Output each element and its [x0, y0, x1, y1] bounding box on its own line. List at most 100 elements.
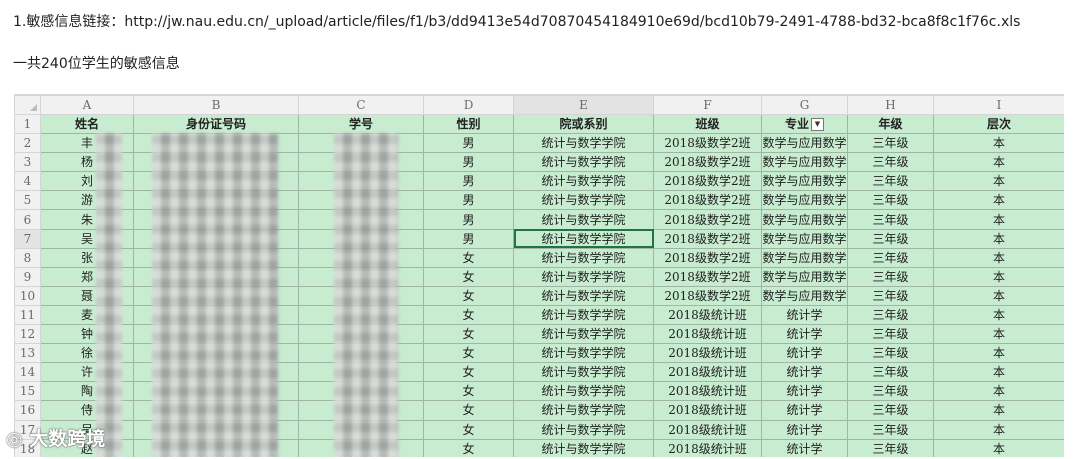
department-cell[interactable]: 统计与数学学院: [513, 362, 654, 383]
field-header-3[interactable]: 学号: [298, 113, 424, 135]
department-cell[interactable]: 统计与数学学院: [513, 209, 654, 230]
row-header[interactable]: 11: [14, 304, 41, 326]
major-cell[interactable]: 统计学: [761, 381, 848, 402]
class-cell[interactable]: 2018级数学2班: [653, 190, 762, 211]
grade-cell[interactable]: 三年级: [847, 304, 934, 326]
level-cell[interactable]: 本: [933, 152, 1064, 173]
level-cell[interactable]: 本: [933, 419, 1064, 440]
department-cell[interactable]: 统计与数学学院: [513, 190, 654, 211]
column-header-c[interactable]: C: [298, 95, 424, 115]
column-header-e[interactable]: E: [513, 95, 654, 115]
gender-cell[interactable]: 女: [423, 266, 514, 287]
gender-cell[interactable]: 男: [423, 190, 514, 211]
level-cell[interactable]: 本: [933, 228, 1064, 249]
gender-cell[interactable]: 女: [423, 247, 514, 268]
class-cell[interactable]: 2018级统计班: [653, 362, 762, 383]
grade-cell[interactable]: 三年级: [847, 152, 934, 173]
row-header[interactable]: 2: [14, 133, 41, 154]
grade-cell[interactable]: 三年级: [847, 171, 934, 192]
field-header-5[interactable]: 院或系别: [513, 113, 654, 135]
major-cell[interactable]: 数学与应用数学: [761, 133, 848, 154]
gender-cell[interactable]: 女: [423, 362, 514, 383]
level-cell[interactable]: 本: [933, 266, 1064, 287]
class-cell[interactable]: 2018级统计班: [653, 324, 762, 345]
row-header[interactable]: 12: [14, 324, 41, 345]
level-cell[interactable]: 本: [933, 247, 1064, 268]
select-all-corner[interactable]: [14, 95, 41, 115]
gender-cell[interactable]: 女: [423, 419, 514, 440]
level-cell[interactable]: 本: [933, 285, 1064, 306]
row-header[interactable]: 5: [14, 190, 41, 211]
class-cell[interactable]: 2018级数学2班: [653, 133, 762, 154]
major-cell[interactable]: 数学与应用数学: [761, 190, 848, 211]
row-header[interactable]: 13: [14, 343, 41, 364]
level-cell[interactable]: 本: [933, 438, 1064, 457]
grade-cell[interactable]: 三年级: [847, 285, 934, 306]
class-cell[interactable]: 2018级统计班: [653, 381, 762, 402]
class-cell[interactable]: 2018级数学2班: [653, 266, 762, 287]
grade-cell[interactable]: 三年级: [847, 266, 934, 287]
field-header-2[interactable]: 身份证号码: [133, 113, 299, 135]
major-cell[interactable]: 数学与应用数学: [761, 247, 848, 268]
class-cell[interactable]: 2018级数学2班: [653, 152, 762, 173]
gender-cell[interactable]: 男: [423, 228, 514, 249]
gender-cell[interactable]: 男: [423, 152, 514, 173]
department-cell[interactable]: 统计与数学学院: [513, 152, 654, 173]
grade-cell[interactable]: 三年级: [847, 400, 934, 421]
filter-dropdown-icon[interactable]: ▼: [811, 118, 824, 132]
gender-cell[interactable]: 女: [423, 381, 514, 402]
spreadsheet[interactable]: A B C D E F G H I 1 姓名 身份证号码 学号 性别 院或系别 班级 专业 ▼ 年级 层次 2 丰男统计与…: [14, 94, 1064, 457]
level-cell[interactable]: 本: [933, 171, 1064, 192]
field-header-8[interactable]: 年级: [847, 113, 934, 135]
gender-cell[interactable]: 男: [423, 133, 514, 154]
row-header[interactable]: 3: [14, 152, 41, 173]
class-cell[interactable]: 2018级统计班: [653, 343, 762, 364]
major-cell[interactable]: 统计学: [761, 343, 848, 364]
row-header[interactable]: 9: [14, 266, 41, 287]
row-header[interactable]: 14: [14, 362, 41, 383]
level-cell[interactable]: 本: [933, 304, 1064, 326]
grade-cell[interactable]: 三年级: [847, 190, 934, 211]
level-cell[interactable]: 本: [933, 324, 1064, 345]
field-header-7[interactable]: 专业 ▼: [761, 113, 848, 135]
level-cell[interactable]: 本: [933, 190, 1064, 211]
major-cell[interactable]: 统计学: [761, 438, 848, 457]
level-cell[interactable]: 本: [933, 400, 1064, 421]
department-cell[interactable]: 统计与数学学院: [513, 419, 654, 440]
column-header-h[interactable]: H: [847, 95, 934, 115]
field-header-9[interactable]: 层次: [933, 113, 1064, 135]
gender-cell[interactable]: 男: [423, 171, 514, 192]
major-cell[interactable]: 数学与应用数学: [761, 285, 848, 306]
row-header[interactable]: 15: [14, 381, 41, 402]
gender-cell[interactable]: 女: [423, 438, 514, 457]
class-cell[interactable]: 2018级数学2班: [653, 209, 762, 230]
field-header-1[interactable]: 姓名: [40, 113, 134, 135]
department-cell[interactable]: 统计与数学学院: [513, 285, 654, 306]
grade-cell[interactable]: 三年级: [847, 247, 934, 268]
department-cell[interactable]: 统计与数学学院: [513, 381, 654, 402]
gender-cell[interactable]: 女: [423, 400, 514, 421]
grade-cell[interactable]: 三年级: [847, 419, 934, 440]
gender-cell[interactable]: 女: [423, 324, 514, 345]
level-cell[interactable]: 本: [933, 133, 1064, 154]
department-cell[interactable]: 统计与数学学院: [513, 133, 654, 154]
major-cell[interactable]: 数学与应用数学: [761, 152, 848, 173]
row-header[interactable]: 16: [14, 400, 41, 421]
class-cell[interactable]: 2018级统计班: [653, 304, 762, 326]
department-cell[interactable]: 统计与数学学院: [513, 343, 654, 364]
department-cell[interactable]: 统计与数学学院: [513, 228, 654, 249]
row-header[interactable]: 10: [14, 285, 41, 306]
department-cell[interactable]: 统计与数学学院: [513, 438, 654, 457]
row-header[interactable]: 6: [14, 209, 41, 230]
major-cell[interactable]: 数学与应用数学: [761, 228, 848, 249]
class-cell[interactable]: 2018级数学2班: [653, 247, 762, 268]
grade-cell[interactable]: 三年级: [847, 209, 934, 230]
department-cell[interactable]: 统计与数学学院: [513, 171, 654, 192]
level-cell[interactable]: 本: [933, 209, 1064, 230]
major-cell[interactable]: 统计学: [761, 362, 848, 383]
grade-cell[interactable]: 三年级: [847, 133, 934, 154]
class-cell[interactable]: 2018级统计班: [653, 400, 762, 421]
grade-cell[interactable]: 三年级: [847, 343, 934, 364]
major-cell[interactable]: 统计学: [761, 419, 848, 440]
row-header-1[interactable]: 1: [14, 113, 41, 135]
